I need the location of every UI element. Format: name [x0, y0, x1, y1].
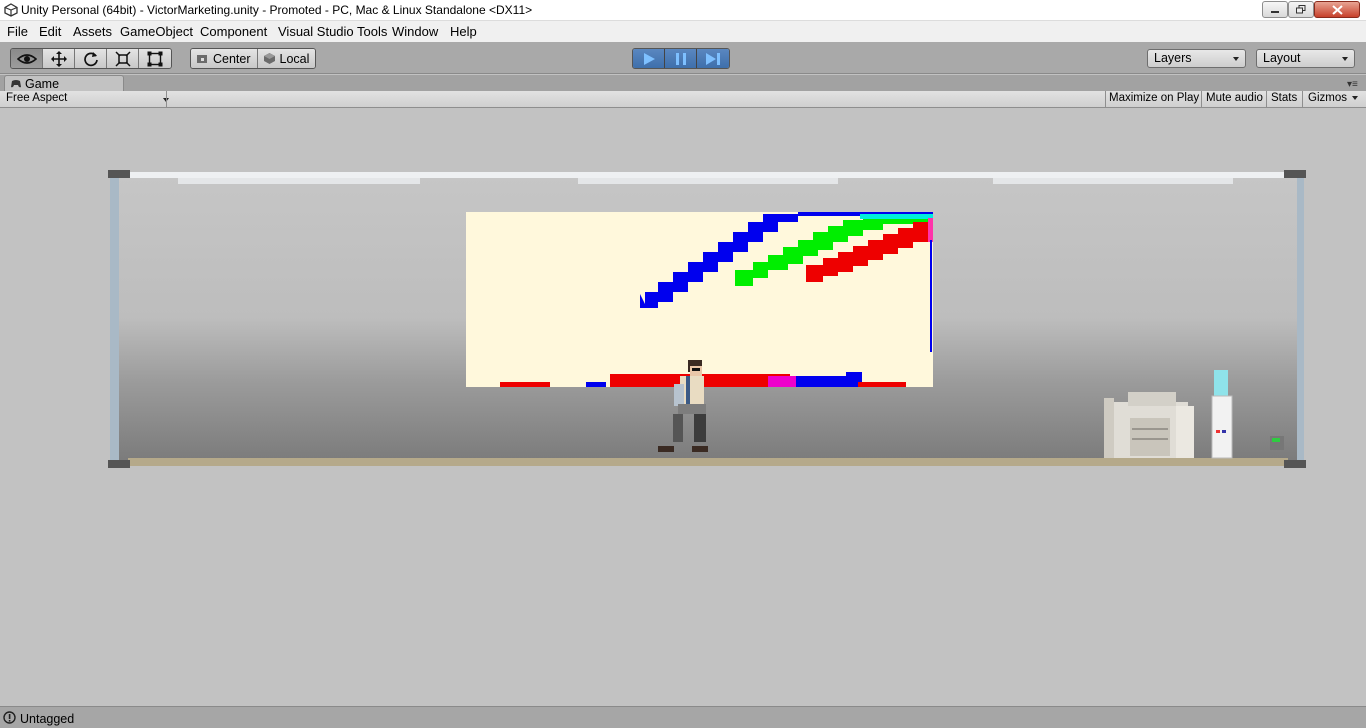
divider [1201, 91, 1202, 108]
divider [1302, 91, 1303, 108]
divider [1266, 91, 1267, 108]
panel-tab-bar: Game ▾≡ [0, 75, 1366, 91]
menu-assets[interactable]: Assets [73, 24, 112, 39]
gizmos-toggle[interactable]: Gizmos [1308, 92, 1347, 104]
pivot-center-icon [197, 54, 207, 63]
step-icon [706, 52, 720, 65]
minimize-button[interactable] [1262, 1, 1288, 18]
window-title: Unity Personal (64bit) - VictorMarketing… [21, 3, 533, 17]
tab-game[interactable]: Game [4, 75, 124, 91]
panel-menu-icon[interactable]: ▾≡ [1347, 79, 1358, 90]
view-tool-button[interactable] [11, 49, 43, 68]
pivot-toggles: Center Local [190, 48, 317, 69]
close-button[interactable] [1314, 1, 1360, 18]
pause-icon [675, 52, 686, 65]
game-scene [108, 170, 1306, 468]
pivot-mode-toggle[interactable]: Center [191, 49, 258, 68]
chevron-down-icon[interactable] [1352, 96, 1358, 100]
eye-icon [16, 53, 37, 64]
menu-edit[interactable]: Edit [39, 24, 61, 39]
stats-toggle[interactable]: Stats [1271, 92, 1297, 104]
transform-tools [10, 48, 172, 69]
main-toolbar: Center Local Layers Layout [0, 42, 1366, 74]
divider [166, 91, 167, 108]
rotate-icon [83, 51, 98, 66]
game-controller-icon [11, 80, 21, 88]
rotate-tool-button[interactable] [75, 49, 107, 68]
move-icon [50, 50, 67, 67]
layers-dropdown[interactable]: Layers [1147, 49, 1246, 68]
pivot-rotation-toggle[interactable]: Local [257, 49, 316, 68]
menu-component[interactable]: Component [200, 24, 267, 39]
game-view-toolbar: Free Aspect Maximize on Play Mute audio … [0, 91, 1366, 108]
pause-button[interactable] [665, 49, 697, 68]
pivot-mode-label: Center [213, 51, 251, 66]
play-button[interactable] [633, 49, 665, 68]
layers-label: Layers [1154, 51, 1192, 65]
game-view[interactable] [0, 108, 1366, 706]
menu-window[interactable]: Window [392, 24, 438, 39]
chevron-down-icon [1342, 57, 1348, 61]
layout-dropdown[interactable]: Layout [1256, 49, 1355, 68]
scale-icon [114, 50, 131, 67]
step-button[interactable] [697, 49, 729, 68]
menu-visual-studio-tools[interactable]: Visual Studio Tools [278, 24, 387, 39]
move-tool-button[interactable] [43, 49, 75, 68]
menu-help[interactable]: Help [450, 24, 477, 39]
minimize-icon [1271, 10, 1279, 13]
maximize-on-play-toggle[interactable]: Maximize on Play [1109, 92, 1199, 104]
layout-label: Layout [1263, 51, 1301, 65]
unity-logo-icon [4, 3, 18, 17]
window-titlebar: Unity Personal (64bit) - VictorMarketing… [0, 0, 1366, 21]
menu-bar: File Edit Assets GameObject Component Vi… [0, 21, 1366, 42]
rect-tool-button[interactable] [139, 49, 171, 68]
pivot-rotation-label: Local [279, 51, 310, 66]
status-text: Untagged [20, 712, 75, 726]
restore-icon [1296, 5, 1306, 14]
divider [1105, 91, 1106, 108]
rect-transform-icon [147, 51, 163, 66]
playback-controls [632, 48, 730, 69]
mute-audio-toggle[interactable]: Mute audio [1206, 92, 1263, 104]
maximize-button[interactable] [1288, 1, 1314, 18]
play-icon [643, 52, 655, 65]
local-cube-icon [263, 53, 275, 64]
info-icon [3, 711, 16, 724]
light-switch [1270, 436, 1284, 450]
aspect-label: Free Aspect [6, 92, 68, 104]
chevron-down-icon [1233, 57, 1239, 61]
scale-tool-button[interactable] [107, 49, 139, 68]
aspect-dropdown[interactable]: Free Aspect [6, 92, 169, 107]
status-bar: Untagged [0, 706, 1366, 728]
menu-file[interactable]: File [7, 24, 28, 39]
close-icon [1331, 4, 1343, 15]
menu-gameobject[interactable]: GameObject [120, 24, 193, 39]
tab-game-label: Game [25, 77, 60, 91]
